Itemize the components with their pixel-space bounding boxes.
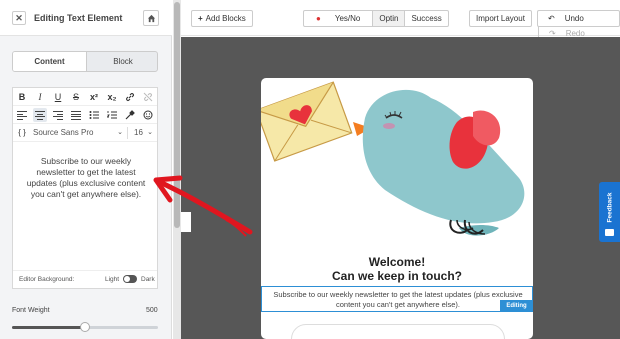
align-toolbar (13, 106, 157, 124)
chevron-down-icon: ⌄ (117, 129, 123, 136)
add-blocks-button[interactable]: + Add Blocks (191, 10, 253, 27)
editing-badge: Editing (500, 300, 533, 312)
feedback-tab[interactable]: Feedback (599, 182, 620, 242)
align-left-icon[interactable] (15, 108, 29, 122)
font-size-value: 16 (134, 128, 143, 137)
font-weight-slider[interactable] (12, 322, 158, 332)
editor-textarea[interactable]: Subscribe to our weekly newsletter to ge… (21, 156, 151, 200)
view-yes-no[interactable]: ● Yes/No (304, 11, 372, 26)
bird-envelope-illustration (261, 81, 525, 236)
background-toggle[interactable] (123, 275, 137, 283)
popup-title-line1: Welcome! (368, 255, 426, 269)
sidebar: ✕ Editing Text Element Content Block B I… (0, 0, 172, 339)
font-size-select[interactable]: 16 ⌄ (127, 127, 157, 139)
view-optin[interactable]: Optin (372, 11, 406, 26)
sidebar-title: Editing Text Element (34, 13, 123, 23)
underline-button[interactable]: U (51, 90, 65, 104)
bold-button[interactable]: B (15, 90, 29, 104)
font-family-select[interactable]: Source Sans Pro ⌄ (33, 127, 127, 139)
tab-content[interactable]: Content (13, 52, 87, 71)
align-center-icon[interactable] (33, 108, 47, 122)
tab-block[interactable]: Block (87, 52, 157, 71)
view-switcher: ● Yes/No Optin Success (303, 10, 449, 27)
chevron-down-icon: ⌄ (147, 129, 153, 136)
color-picker-icon[interactable] (123, 108, 137, 122)
font-toolbar: { } Source Sans Pro ⌄ 16 ⌄ (13, 124, 157, 142)
plus-icon: + (198, 14, 203, 23)
optin-popup: Welcome! Can we keep in touch? Subscribe… (261, 78, 533, 339)
undo-icon: ↶ (548, 14, 555, 23)
dark-label: Dark (141, 276, 155, 283)
dot-icon: ● (316, 14, 321, 23)
light-label: Light (105, 276, 120, 283)
annotation-arrow (153, 175, 253, 237)
editor-background-label: Editor Background: (19, 276, 75, 283)
popup-body-text: Subscribe to our weekly newsletter to ge… (273, 290, 523, 309)
font-weight-label: Font Weight (12, 307, 50, 314)
numbered-list-icon[interactable] (105, 108, 119, 122)
undo-label: Undo (564, 14, 584, 23)
strikethrough-button[interactable]: S (69, 90, 83, 104)
top-toolbar: + Add Blocks ● Yes/No Optin Success Import… (181, 0, 620, 41)
subscript-button[interactable]: x₂ (105, 90, 119, 104)
font-weight-value: 500 (146, 307, 158, 314)
align-justify-icon[interactable] (69, 108, 83, 122)
custom-tag-button[interactable]: { } (15, 126, 29, 140)
popup-text-block[interactable]: Subscribe to our weekly newsletter to ge… (261, 286, 533, 312)
superscript-button[interactable]: x² (87, 90, 101, 104)
view-success[interactable]: Success (405, 11, 447, 26)
feedback-icon (605, 229, 614, 236)
popup-title-line2: Can we keep in touch? (331, 269, 463, 283)
email-field[interactable] (291, 324, 505, 339)
italic-button[interactable]: I (33, 90, 47, 104)
text-editor: B I U S x² x₂ {} Source Sans Pro ⌄ 16 ⌄… (12, 87, 158, 289)
view-yes-no-label: Yes/No (334, 14, 361, 23)
undo-redo-group: ↶ Undo ↷ Redo (537, 10, 620, 41)
format-toolbar: B I U S x² x₂ (13, 88, 157, 106)
font-family-value: Source Sans Pro (33, 128, 94, 137)
emoji-icon[interactable] (141, 108, 155, 122)
editor-background-control: Editor Background: Light Dark (13, 270, 157, 288)
unlink-icon[interactable] (141, 90, 155, 104)
bullet-list-icon[interactable] (87, 108, 101, 122)
link-icon[interactable] (123, 90, 137, 104)
add-blocks-label: Add Blocks (205, 14, 246, 23)
align-right-icon[interactable] (51, 108, 65, 122)
home-icon[interactable] (143, 10, 159, 26)
slider-fill (12, 326, 85, 329)
sidebar-header: ✕ Editing Text Element (0, 0, 172, 36)
slider-thumb[interactable] (80, 322, 90, 332)
sidebar-tabs: Content Block (12, 51, 158, 72)
undo-button[interactable]: ↶ Undo (538, 11, 594, 26)
popup-title: Welcome! Can we keep in touch? (261, 255, 533, 283)
feedback-label: Feedback (606, 192, 614, 223)
import-layout-button[interactable]: Import Layout (469, 10, 532, 27)
close-icon[interactable]: ✕ (12, 11, 26, 25)
